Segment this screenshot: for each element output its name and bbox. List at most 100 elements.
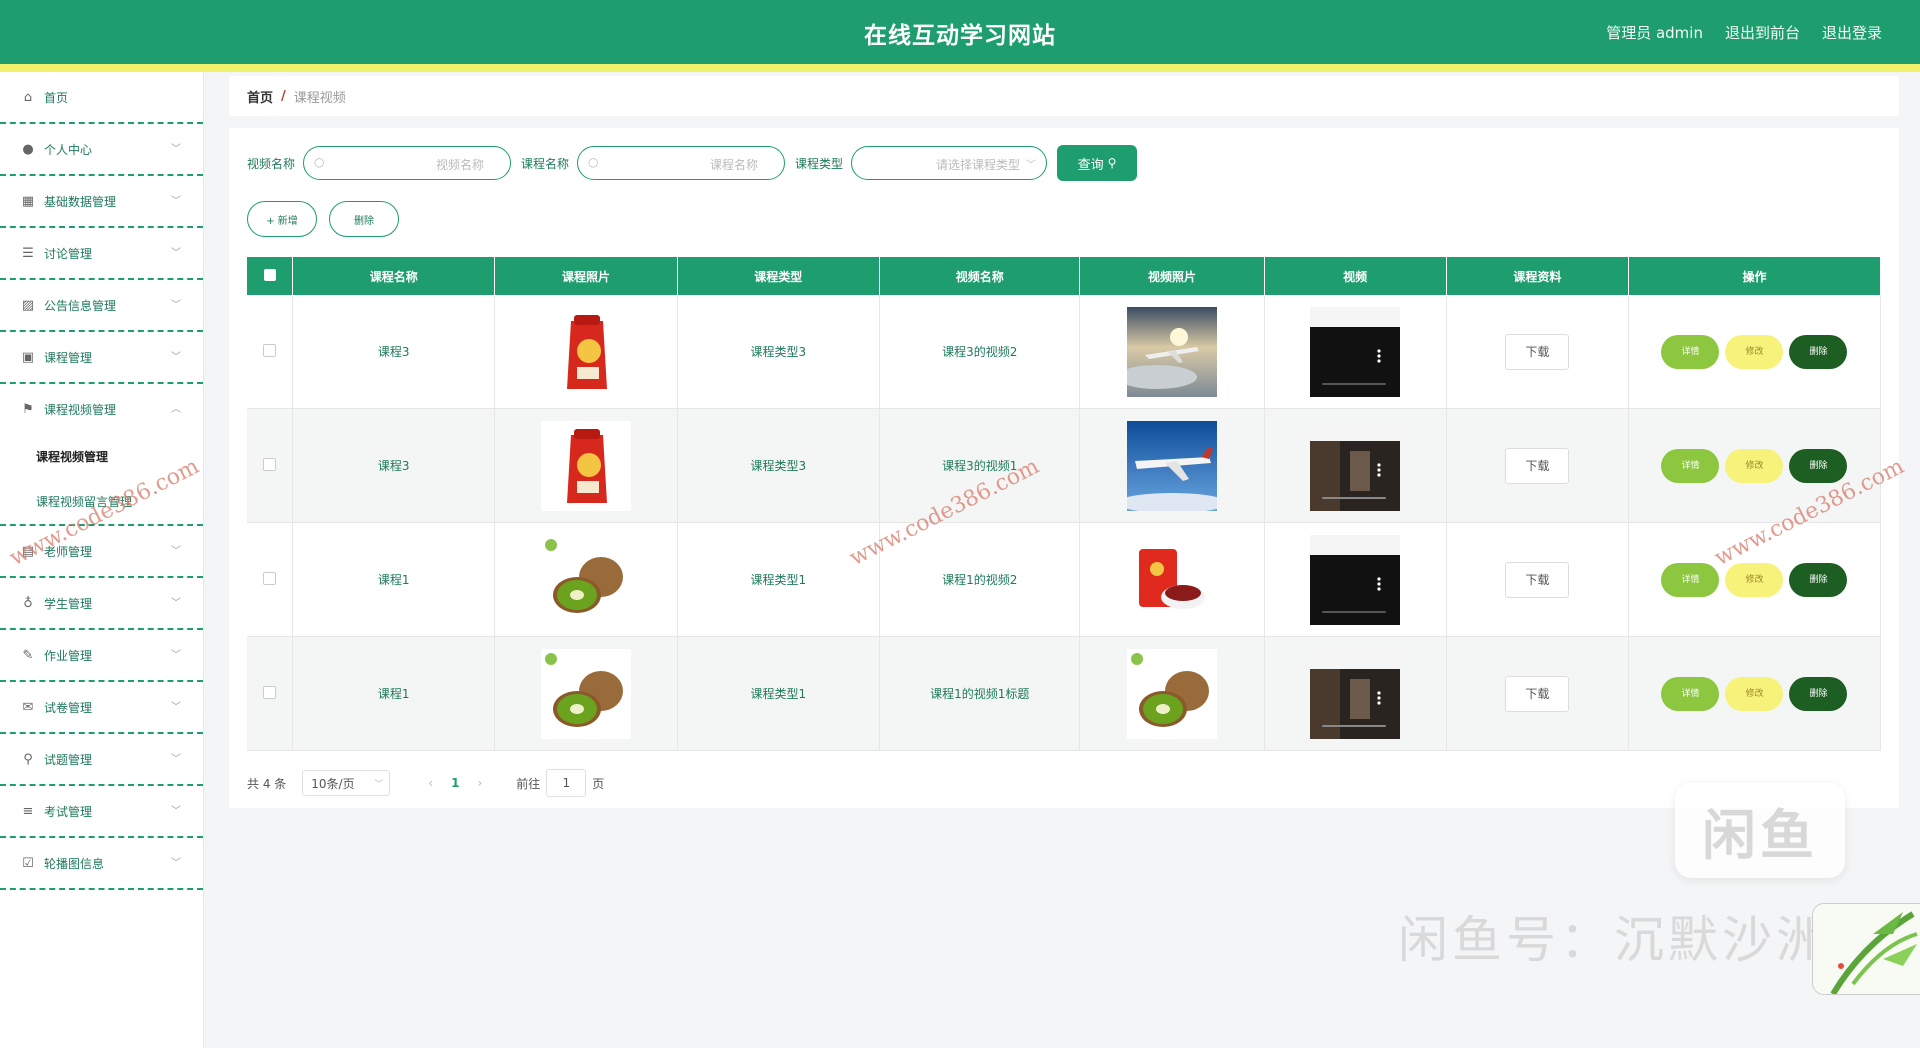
sidebar-item-label: 基础数据管理 [44,194,117,209]
chevron-down-icon: ﹀ [374,779,384,790]
top-header: 在线互动学习网站 管理员 admin 退出到前台 退出登录 [0,0,1920,64]
exit-to-frontend-link[interactable]: 退出到前台 [1725,22,1800,43]
mic-icon: ♁ [23,595,33,611]
sidebar-item-basic-data[interactable]: ▦ 基础数据管理 ﹀ [0,176,203,228]
rice-bag-image [541,306,632,397]
red-bag-dates-image [1127,534,1217,625]
logout-link[interactable]: 退出登录 [1822,22,1882,43]
page-number[interactable]: 1 [451,776,459,790]
check-icon: ☑ [22,855,34,871]
course-name-cell: 课程3 [292,295,496,409]
edit-button[interactable]: 修改 [1725,334,1784,369]
prev-page-button[interactable]: ‹ [428,776,433,790]
column-header[interactable]: 课程类型 [677,257,881,295]
search-bar: 视频名称 ○ 视频名称 课程名称 ○ 课程名称 课程类型 请选择课程类型 ﹀ 查… [247,145,1138,181]
sidebar-item-carousel[interactable]: ☑ 轮播图信息 ﹀ [0,838,203,890]
column-header: 视频照片 [1079,257,1265,295]
row-checkbox[interactable] [263,685,277,699]
chevron-down-icon: ﹀ [171,546,181,557]
video-player[interactable] [1310,420,1401,511]
video-name-input[interactable]: ○ 视频名称 [303,146,512,180]
sidebar-item-homework[interactable]: ✎ 作业管理 ﹀ [0,630,203,682]
sidebar-item-questions[interactable]: ⚲ 试题管理 ﹀ [0,734,203,786]
video-player[interactable] [1310,306,1401,397]
pin-icon: ⚲ [23,751,33,767]
edit-icon: ✎ [22,647,34,663]
admin-user-link[interactable]: 管理员 admin [1606,22,1703,43]
sidebar-item-students[interactable]: ♁ 学生管理 ﹀ [0,578,203,630]
sidebar-item-home[interactable]: ⌂ 首页 [0,72,203,124]
content-panel: 视频名称 ○ 视频名称 课程名称 ○ 课程名称 课程类型 请选择课程类型 ﹀ 查… [229,128,1899,808]
add-button[interactable]: + 新增 [247,201,317,237]
column-header: 视频 [1264,257,1447,295]
delete-button[interactable]: 删除 [1789,676,1848,711]
chevron-down-icon: ﹀ [171,196,181,207]
pagination: 共 4 条 10条/页 ﹀ ‹ 1 › 前往 1 页 [247,769,604,797]
sidebar-item-label: 课程视频管理 [44,402,117,417]
total-count: 共 4 条 [247,776,287,791]
goto-page-input[interactable]: 1 [546,769,587,797]
batch-delete-button[interactable]: 删除 [329,201,399,237]
download-button[interactable]: 下载 [1505,447,1570,484]
row-checkbox[interactable] [263,343,277,357]
list-icon: ☰ [22,245,34,261]
page-size-value: 10条/页 [311,776,355,791]
breadcrumb-home[interactable]: 首页 [247,87,273,106]
page-size-select[interactable]: 10条/页 ﹀ [302,770,391,796]
edit-button[interactable]: 修改 [1725,562,1784,597]
download-button[interactable]: 下载 [1505,333,1570,370]
sidebar-item-label: 学生管理 [44,596,93,611]
chart-icon: ▨ [21,297,35,313]
sidebar-item-label: 公告信息管理 [44,298,117,313]
row-checkbox[interactable] [263,571,277,585]
home-icon: ⌂ [23,89,33,105]
course-type-placeholder: 请选择课程类型 [936,158,1021,172]
next-page-button[interactable]: › [477,776,482,790]
column-header: 课程照片 [494,257,678,295]
detail-button[interactable]: 详情 [1661,562,1720,597]
sidebar-item-label: 首页 [44,90,69,105]
course-type-label: 课程类型 [795,156,844,171]
delete-button[interactable]: 删除 [1789,334,1848,369]
download-button[interactable]: 下载 [1505,675,1570,712]
select-all-checkbox[interactable] [247,257,294,295]
course-name-input[interactable]: ○ 课程名称 [577,146,786,180]
video-name-placeholder: 视频名称 [436,158,485,172]
course-type-cell: 课程类型3 [677,408,881,523]
user-icon: ● [22,141,34,157]
sidebar-item-exams[interactable]: ≡ 考试管理 ﹀ [0,786,203,838]
column-header[interactable]: 视频名称 [879,257,1081,295]
sidebar-item-courses[interactable]: ▣ 课程管理 ﹀ [0,332,203,384]
menu-icon: ≡ [22,803,34,819]
detail-button[interactable]: 详情 [1661,448,1720,483]
sidebar-item-announcements[interactable]: ▨ 公告信息管理 ﹀ [0,280,203,332]
sidebar-item-discussion[interactable]: ☰ 讨论管理 ﹀ [0,228,203,280]
xianyu-id-watermark: 闲鱼号：沉默沙洲 [1398,911,1830,969]
course-type-select[interactable]: 请选择课程类型 ﹀ [851,146,1048,180]
video-player[interactable] [1310,648,1401,739]
goto-label: 前往 [516,776,541,791]
download-button[interactable]: 下载 [1505,561,1570,598]
row-checkbox[interactable] [263,457,277,471]
chevron-down-icon: ﹀ [171,352,181,363]
delete-button[interactable]: 删除 [1789,562,1848,597]
detail-button[interactable]: 详情 [1661,676,1720,711]
kiwi-image [541,534,632,625]
sidebar-item-course-videos[interactable]: ⚑ 课程视频管理 ︿ [0,384,203,434]
edit-button[interactable]: 修改 [1725,676,1784,711]
delete-button[interactable]: 删除 [1789,448,1848,483]
sidebar-item-personal-center[interactable]: ● 个人中心 ﹀ [0,124,203,176]
sidebar-item-papers[interactable]: ✉ 试卷管理 ﹀ [0,682,203,734]
flag-icon: ⚑ [22,401,34,417]
detail-button[interactable]: 详情 [1661,334,1720,369]
video-player[interactable] [1310,534,1401,625]
breadcrumb: 首页 / 课程视频 [229,76,1899,116]
breadcrumb-separator: / [281,88,286,104]
bamboo-widget[interactable] [1812,903,1920,995]
column-header[interactable]: 课程名称 [292,257,496,295]
sidebar-item-label: 试题管理 [44,752,93,767]
chevron-down-icon: ﹀ [171,754,181,765]
bamboo-icon [1813,904,1920,994]
query-button[interactable]: 查询 ⚲ [1057,145,1138,181]
edit-button[interactable]: 修改 [1725,448,1784,483]
